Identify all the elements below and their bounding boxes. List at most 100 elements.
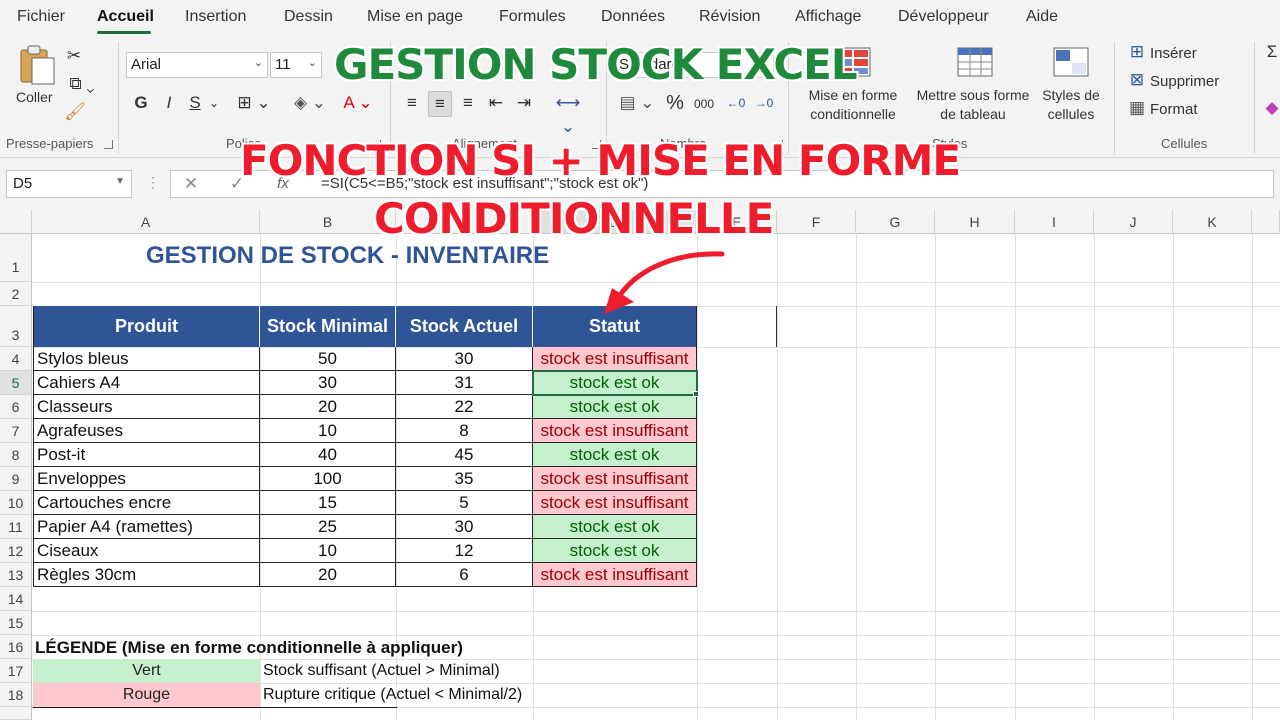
underline-dropdown-icon[interactable]: ⌄: [206, 91, 222, 117]
tab-mise-en-page[interactable]: Mise en page: [367, 8, 463, 26]
cell-statut[interactable]: stock est insuffisant: [533, 563, 697, 587]
row-header-2[interactable]: 2: [0, 282, 32, 306]
column-header-g[interactable]: G: [856, 210, 935, 234]
cell-stock-actuel[interactable]: 35: [396, 467, 533, 491]
cell-styles-icon[interactable]: [1052, 46, 1090, 78]
font-color-icon[interactable]: A ⌄: [338, 91, 378, 117]
legend-title[interactable]: LÉGENDE (Mise en forme conditionnelle à …: [35, 638, 463, 658]
clipboard-launcher-icon[interactable]: [104, 140, 113, 149]
increase-decimal-icon[interactable]: ←0: [724, 91, 748, 117]
row-header-11[interactable]: 11: [0, 515, 32, 539]
tab-accueil[interactable]: Accueil: [97, 8, 154, 26]
tab-developpeur[interactable]: Développeur: [898, 8, 989, 26]
column-header-f[interactable]: F: [777, 210, 856, 234]
tab-affichage[interactable]: Affichage: [795, 8, 861, 26]
cell-produit[interactable]: Stylos bleus: [33, 347, 260, 371]
column-header-a[interactable]: A: [32, 210, 260, 234]
align-center-icon[interactable]: ≡: [428, 91, 452, 117]
insert-cells-button[interactable]: Insérer: [1150, 45, 1197, 62]
row-header-6[interactable]: 6: [0, 395, 32, 419]
cell-statut[interactable]: stock est ok: [533, 515, 697, 539]
percent-button[interactable]: %: [664, 91, 686, 117]
clear-icon[interactable]: ◆: [1264, 96, 1280, 122]
insert-cells-icon[interactable]: ⊞: [1126, 40, 1148, 66]
delete-cells-button[interactable]: Supprimer: [1150, 73, 1219, 90]
cell-stock-actuel[interactable]: 6: [396, 563, 533, 587]
cell-produit[interactable]: Ciseaux: [33, 539, 260, 563]
row-header-18[interactable]: 18: [0, 683, 32, 707]
cell-stock-minimal[interactable]: 30: [260, 371, 396, 395]
name-box[interactable]: D5 ▼: [6, 170, 132, 198]
cell-stock-actuel[interactable]: 30: [396, 347, 533, 371]
cell-stock-actuel[interactable]: 30: [396, 515, 533, 539]
cell-produit[interactable]: Papier A4 (ramettes): [33, 515, 260, 539]
cell-stock-minimal[interactable]: 100: [260, 467, 396, 491]
cell-produit[interactable]: Enveloppes: [33, 467, 260, 491]
italic-button[interactable]: I: [160, 91, 178, 117]
row-header-9[interactable]: 9: [0, 467, 32, 491]
sheet-title[interactable]: GESTION DE STOCK - INVENTAIRE: [146, 242, 549, 270]
row-header-17[interactable]: 17: [0, 659, 32, 683]
row-header-partial[interactable]: [0, 707, 32, 720]
cancel-icon[interactable]: ✕: [181, 172, 201, 198]
column-header-partial[interactable]: [1252, 210, 1280, 234]
tab-insertion[interactable]: Insertion: [185, 8, 246, 26]
font-size-select[interactable]: 11 ⌄: [270, 52, 322, 78]
tab-aide[interactable]: Aide: [1026, 8, 1058, 26]
cell-stock-minimal[interactable]: 20: [260, 563, 396, 587]
tab-fichier[interactable]: Fichier: [17, 8, 65, 26]
cell-produit[interactable]: Cartouches encre: [33, 491, 260, 515]
legend-green-desc[interactable]: Stock suffisant (Actuel > Minimal): [263, 659, 500, 683]
paste-icon[interactable]: [18, 44, 58, 86]
cell-stock-minimal[interactable]: 25: [260, 515, 396, 539]
column-header-j[interactable]: J: [1094, 210, 1173, 234]
cell-statut[interactable]: stock est insuffisant: [533, 491, 697, 515]
align-left-icon[interactable]: ≡: [402, 91, 422, 117]
legend-red-swatch[interactable]: Rouge: [33, 683, 260, 707]
format-cells-icon[interactable]: ▦: [1126, 96, 1148, 122]
cell-stock-minimal[interactable]: 20: [260, 395, 396, 419]
cell-produit[interactable]: Post-it: [33, 443, 260, 467]
cell-stock-actuel[interactable]: 8: [396, 419, 533, 443]
row-header-13[interactable]: 13: [0, 563, 32, 587]
copy-icon[interactable]: ⧉ ⌄: [62, 72, 102, 98]
cell-stock-minimal[interactable]: 10: [260, 539, 396, 563]
cell-stock-minimal[interactable]: 10: [260, 419, 396, 443]
cell-statut[interactable]: stock est ok: [533, 539, 697, 563]
conditional-formatting-button[interactable]: Mise en forme conditionnelle: [800, 86, 906, 124]
row-header-15[interactable]: 15: [0, 611, 32, 635]
header-stock-minimal[interactable]: Stock Minimal: [260, 306, 396, 347]
tab-dessin[interactable]: Dessin: [284, 8, 333, 26]
header-produit[interactable]: Produit: [33, 306, 260, 347]
bold-button[interactable]: G: [132, 91, 150, 117]
merge-center-icon[interactable]: ⟷ ⌄: [548, 91, 588, 136]
row-header-7[interactable]: 7: [0, 419, 32, 443]
cell-produit[interactable]: Classeurs: [33, 395, 260, 419]
cell-statut[interactable]: stock est ok: [533, 443, 697, 467]
cell-stock-actuel[interactable]: 12: [396, 539, 533, 563]
thousands-separator-button[interactable]: 000: [692, 92, 716, 118]
row-header-1[interactable]: 1: [0, 234, 32, 282]
tab-revision[interactable]: Révision: [699, 8, 760, 26]
legend-red-desc[interactable]: Rupture critique (Actuel < Minimal/2): [263, 683, 522, 707]
format-cells-button[interactable]: Format: [1150, 101, 1198, 118]
currency-format-icon[interactable]: ▤ ⌄: [616, 91, 658, 117]
cell-stock-minimal[interactable]: 50: [260, 347, 396, 371]
column-header-h[interactable]: H: [935, 210, 1015, 234]
cell-stock-actuel[interactable]: 45: [396, 443, 533, 467]
column-header-i[interactable]: I: [1015, 210, 1094, 234]
cell-statut[interactable]: stock est insuffisant: [533, 467, 697, 491]
font-family-select[interactable]: Arial ⌄: [126, 52, 268, 78]
cell-statut[interactable]: stock est ok: [533, 395, 697, 419]
format-as-table-icon[interactable]: [956, 46, 994, 78]
format-as-table-button[interactable]: Mettre sous forme de tableau: [910, 86, 1036, 124]
align-right-icon[interactable]: ≡: [458, 91, 478, 117]
fill-handle[interactable]: [693, 391, 699, 397]
delete-cells-icon[interactable]: ⊠: [1126, 68, 1148, 94]
row-header-4[interactable]: 4: [0, 347, 32, 371]
paste-label[interactable]: Coller: [16, 88, 53, 107]
select-all-corner[interactable]: [0, 210, 32, 234]
increase-indent-icon[interactable]: ⇥: [514, 91, 534, 117]
row-header-8[interactable]: 8: [0, 443, 32, 467]
cell-stock-minimal[interactable]: 15: [260, 491, 396, 515]
